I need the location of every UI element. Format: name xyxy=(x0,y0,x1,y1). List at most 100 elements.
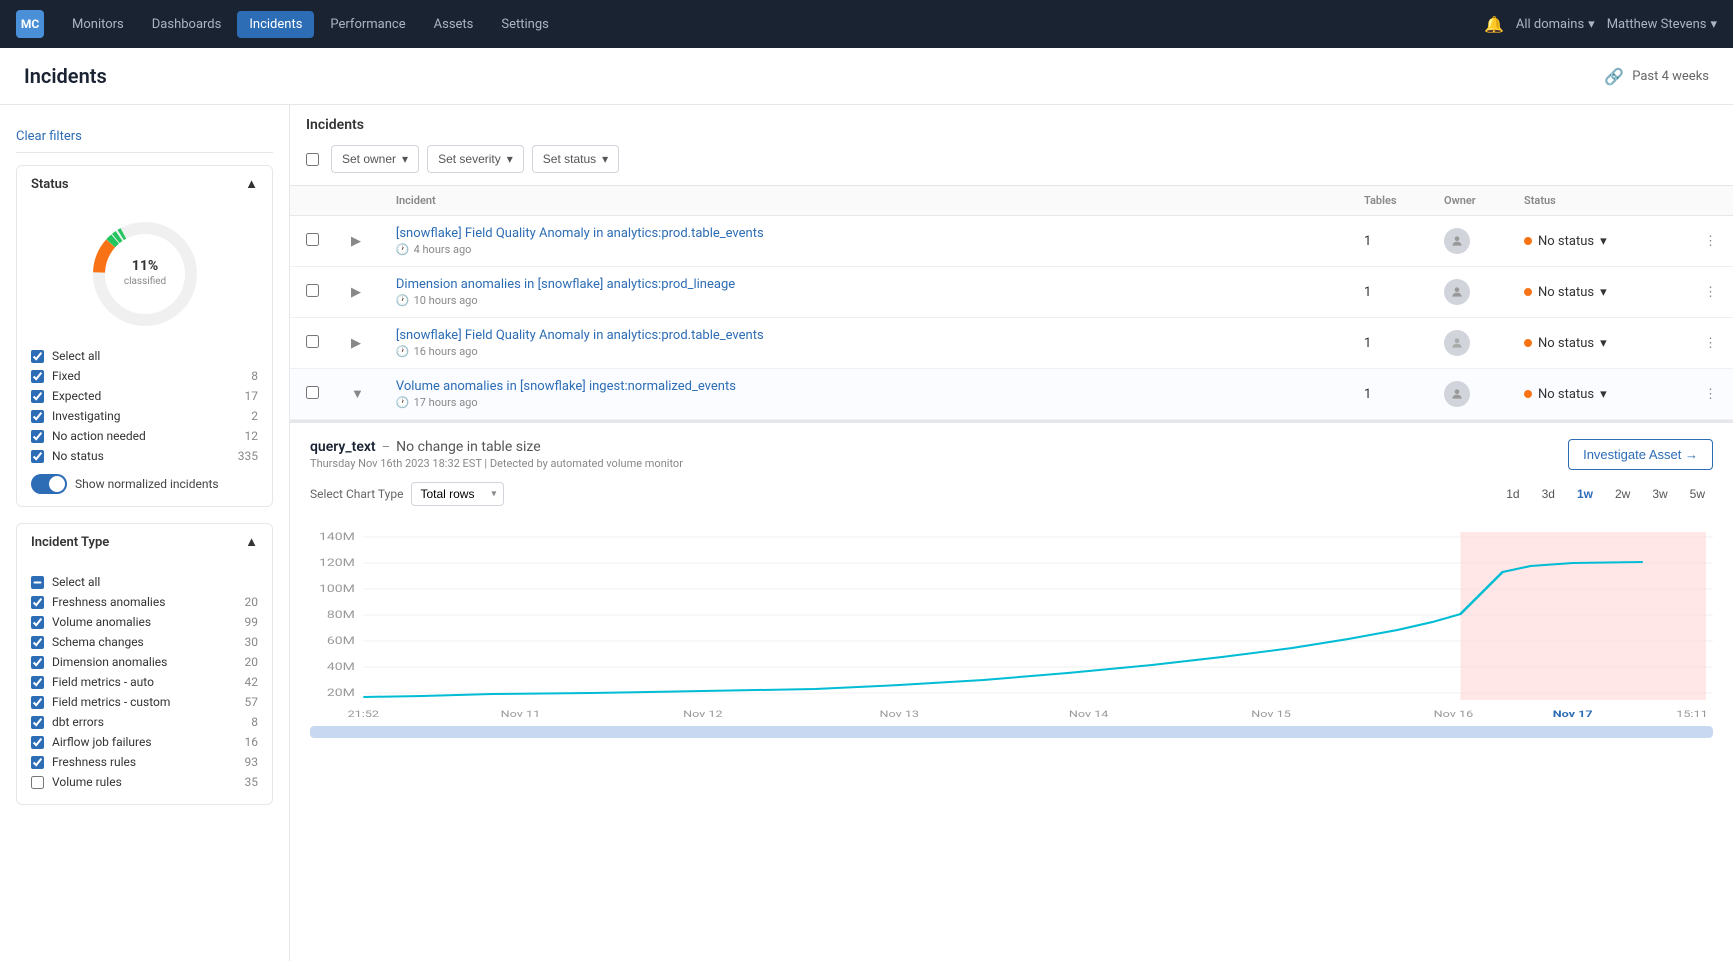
row-2-more-icon[interactable]: ⋮ xyxy=(1704,285,1717,300)
app-logo: MC xyxy=(16,10,44,38)
time-btn-3w[interactable]: 3w xyxy=(1644,484,1675,504)
chart-type-select[interactable]: Total rows xyxy=(411,482,504,506)
status-section: Status ▲ 11% xyxy=(16,165,273,507)
svg-text:classified: classified xyxy=(123,275,165,287)
status-expected-row: Expected 17 xyxy=(31,386,258,406)
row-4-more-icon[interactable]: ⋮ xyxy=(1704,387,1717,402)
status-investigating-checkbox[interactable] xyxy=(31,410,44,423)
investigate-asset-button[interactable]: Investigate Asset → xyxy=(1568,439,1713,470)
status-section-header[interactable]: Status ▲ xyxy=(17,166,272,202)
status-no-status-checkbox[interactable] xyxy=(31,450,44,463)
type-field-auto-row: Field metrics - auto 42 xyxy=(31,672,258,692)
row-3-owner-avatar xyxy=(1444,330,1470,356)
incident-type-section-header[interactable]: Incident Type ▲ xyxy=(17,524,272,560)
main-content: Incidents Set owner ▾ Set severity ▾ Set… xyxy=(290,105,1733,961)
type-dbt-row: dbt errors 8 xyxy=(31,712,258,732)
status-expected-checkbox[interactable] xyxy=(31,390,44,403)
set-owner-chevron-icon: ▾ xyxy=(402,152,408,166)
domain-selector[interactable]: All domains ▾ xyxy=(1516,17,1595,32)
svg-text:100M: 100M xyxy=(319,583,355,594)
row-4-tables: 1 xyxy=(1348,369,1428,420)
row-4-incident-link[interactable]: Volume anomalies in [snowflake] ingest:n… xyxy=(396,379,736,394)
type-field-custom-checkbox[interactable] xyxy=(31,696,44,709)
svg-text:40M: 40M xyxy=(327,661,355,672)
row-2-owner-avatar xyxy=(1444,279,1470,305)
normalized-toggle[interactable] xyxy=(31,474,67,494)
select-all-incidents-checkbox[interactable] xyxy=(306,153,319,166)
detail-panel: query_text – No change in table size Thu… xyxy=(290,421,1733,754)
nav-settings[interactable]: Settings xyxy=(489,11,560,38)
status-fixed-checkbox[interactable] xyxy=(31,370,44,383)
type-dimension-checkbox[interactable] xyxy=(31,656,44,669)
svg-text:140M: 140M xyxy=(319,531,355,542)
set-status-button[interactable]: Set status ▾ xyxy=(532,145,619,173)
nav-assets[interactable]: Assets xyxy=(422,11,486,38)
status-no-action-checkbox[interactable] xyxy=(31,430,44,443)
user-menu[interactable]: Matthew Stevens ▾ xyxy=(1607,17,1717,32)
row-4-status-chevron-icon[interactable]: ▾ xyxy=(1600,387,1607,402)
svg-text:21:52: 21:52 xyxy=(348,709,379,720)
page-title: Incidents xyxy=(24,64,107,88)
row-3-more-icon[interactable]: ⋮ xyxy=(1704,336,1717,351)
table-row: ▶ [snowflake] Field Quality Anomaly in a… xyxy=(290,318,1733,369)
type-volume-checkbox[interactable] xyxy=(31,616,44,629)
user-chevron-icon: ▾ xyxy=(1710,17,1717,32)
row-2-expand-icon[interactable]: ▶ xyxy=(351,285,361,300)
row-4-time: 🕐 17 hours ago xyxy=(396,396,1332,409)
time-btn-3d[interactable]: 3d xyxy=(1534,484,1563,504)
type-freshness-rules-checkbox[interactable] xyxy=(31,756,44,769)
chart-toolbar: Select Chart Type Total rows xyxy=(310,482,504,506)
time-btn-2w[interactable]: 2w xyxy=(1607,484,1638,504)
type-select-all-checkbox[interactable] xyxy=(31,576,44,589)
row-2-time: 🕐 10 hours ago xyxy=(396,294,1332,307)
row-2-incident-link[interactable]: Dimension anomalies in [snowflake] analy… xyxy=(396,277,735,292)
chart-scrollbar-thumb[interactable] xyxy=(310,726,1713,738)
set-owner-button[interactable]: Set owner ▾ xyxy=(331,145,419,173)
type-volume-row: Volume anomalies 99 xyxy=(31,612,258,632)
row-2-checkbox[interactable] xyxy=(306,284,319,297)
type-field-auto-checkbox[interactable] xyxy=(31,676,44,689)
time-btn-1d[interactable]: 1d xyxy=(1498,484,1527,504)
row-1-more-icon[interactable]: ⋮ xyxy=(1704,234,1717,249)
row-3-checkbox[interactable] xyxy=(306,335,319,348)
svg-text:15:11: 15:11 xyxy=(1676,709,1707,720)
domain-chevron-icon: ▾ xyxy=(1588,17,1595,32)
row-4-owner-avatar xyxy=(1444,381,1470,407)
chart-scrollbar[interactable] xyxy=(310,726,1713,738)
status-donut-chart: 11% classified xyxy=(31,214,258,334)
set-severity-button[interactable]: Set severity ▾ xyxy=(427,145,524,173)
row-2-tables: 1 xyxy=(1348,267,1428,318)
row-3-expand-icon[interactable]: ▶ xyxy=(351,336,361,351)
nav-incidents[interactable]: Incidents xyxy=(237,11,314,38)
nav-dashboards[interactable]: Dashboards xyxy=(140,11,234,38)
notifications-bell[interactable]: 🔔 xyxy=(1484,15,1504,34)
top-navigation: MC Monitors Dashboards Incidents Perform… xyxy=(0,0,1733,48)
time-btn-5w[interactable]: 5w xyxy=(1682,484,1713,504)
row-1-status-chevron-icon[interactable]: ▾ xyxy=(1600,234,1607,249)
row-2-status-chevron-icon[interactable]: ▾ xyxy=(1600,285,1607,300)
svg-text:Nov 12: Nov 12 xyxy=(683,709,723,720)
row-4-expand-icon[interactable]: ▼ xyxy=(351,387,364,402)
type-airflow-checkbox[interactable] xyxy=(31,736,44,749)
type-volume-rules-checkbox[interactable] xyxy=(31,776,44,789)
row-2-status: No status ▾ xyxy=(1524,285,1672,300)
row-1-checkbox[interactable] xyxy=(306,233,319,246)
type-freshness-checkbox[interactable] xyxy=(31,596,44,609)
status-select-all-checkbox[interactable] xyxy=(31,350,44,363)
time-btn-1w[interactable]: 1w xyxy=(1569,484,1601,504)
row-4-checkbox[interactable] xyxy=(306,386,319,399)
nav-monitors[interactable]: Monitors xyxy=(60,11,136,38)
detail-title: query_text xyxy=(310,439,376,455)
row-3-status-chevron-icon[interactable]: ▾ xyxy=(1600,336,1607,351)
chart-area: 140M 120M 100M 80M 60M 40M 20M xyxy=(310,522,1713,722)
svg-text:Nov 13: Nov 13 xyxy=(879,709,919,720)
nav-performance[interactable]: Performance xyxy=(318,11,417,38)
row-3-incident-link[interactable]: [snowflake] Field Quality Anomaly in ana… xyxy=(396,328,764,343)
type-dbt-checkbox[interactable] xyxy=(31,716,44,729)
row-1-incident-link[interactable]: [snowflake] Field Quality Anomaly in ana… xyxy=(396,226,764,241)
link-icon: 🔗 xyxy=(1604,67,1624,86)
type-schema-checkbox[interactable] xyxy=(31,636,44,649)
set-status-chevron-icon: ▾ xyxy=(602,152,608,166)
row-1-expand-icon[interactable]: ▶ xyxy=(351,234,361,249)
clear-filters-link[interactable]: Clear filters xyxy=(16,121,273,153)
